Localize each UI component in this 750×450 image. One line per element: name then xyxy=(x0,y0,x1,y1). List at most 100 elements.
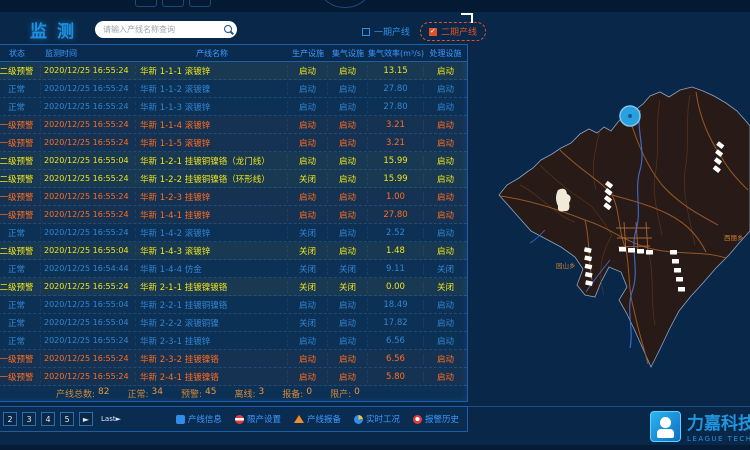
efficiency-cell: 1.48 xyxy=(368,246,424,256)
top-strip xyxy=(0,0,750,12)
time-cell: 2020/12/25 16:54:44 xyxy=(41,264,136,273)
page-button-2[interactable]: 2 xyxy=(3,412,17,426)
table-row[interactable]: 二级预警 2020/12/25 16:55:24 华新 1-2-2 挂镀铜镍铬（… xyxy=(0,170,467,188)
gas-facility-cell: 启动 xyxy=(328,83,368,95)
production-facility-cell: 关闭 xyxy=(288,263,328,275)
efficiency-cell: 9.11 xyxy=(368,264,424,274)
time-cell: 2020/12/25 16:55:24 xyxy=(41,102,136,111)
col-production-facility: 生产设施 xyxy=(288,48,328,59)
summary-bar: 产线总数: 82 正常: 34 预警: 45 离线: 3 报备: 0 xyxy=(0,386,467,401)
col-efficiency: 集气效率(m³/s) xyxy=(368,48,424,59)
phase2-filter[interactable]: 二期产线 xyxy=(420,22,486,41)
phase1-label: 一期产线 xyxy=(374,25,410,38)
treatment-facility-cell: 关闭 xyxy=(424,263,467,275)
gas-facility-cell: 启动 xyxy=(328,245,368,257)
table-row[interactable]: 一级预警 2020/12/25 16:55:24 华新 1-2-3 挂镀锌 启动… xyxy=(0,188,467,206)
name-cell: 华新 1-1-5 滚镀锌 xyxy=(136,137,288,149)
status-cell: 二级预警 xyxy=(0,245,41,257)
limit-settings-button[interactable]: 限产设置 xyxy=(235,413,281,425)
table-row[interactable]: 一级预警 2020/12/25 16:55:24 华新 2-4-1 挂镀镍铬 启… xyxy=(0,368,467,386)
name-cell: 华新 1-2-2 挂镀铜镍铬（环形线） xyxy=(136,173,288,185)
production-facility-cell: 启动 xyxy=(288,335,328,347)
cluster-marker[interactable] xyxy=(620,106,640,126)
last-page-button[interactable]: Last► xyxy=(101,415,121,423)
production-facility-cell: 关闭 xyxy=(288,245,328,257)
checkbox-checked-icon[interactable] xyxy=(429,28,437,36)
page-button-4[interactable]: 4 xyxy=(41,412,55,426)
line-info-button[interactable]: 产线信息 xyxy=(176,413,222,425)
table-row[interactable]: 正常 2020/12/25 16:55:24 华新 2-3-1 挂镀锌 启动 启… xyxy=(0,332,467,350)
status-cell: 二级预警 xyxy=(0,65,41,77)
next-page-button[interactable]: ► xyxy=(79,412,93,426)
table-row[interactable]: 正常 2020/12/25 16:55:04 华新 2-2-1 挂镀铜镍铬 启动… xyxy=(0,296,467,314)
gas-facility-cell: 启动 xyxy=(328,155,368,167)
search-icon[interactable] xyxy=(222,24,234,36)
production-facility-cell: 启动 xyxy=(288,119,328,131)
gas-facility-cell: 启动 xyxy=(328,371,368,383)
efficiency-cell: 6.56 xyxy=(368,336,424,346)
map-label: 园山乡 xyxy=(556,261,576,270)
gas-facility-cell: 启动 xyxy=(328,209,368,221)
table-row[interactable]: 正常 2020/12/25 16:54:44 华新 1-4-4 仿金 关闭 关闭… xyxy=(0,260,467,278)
phase1-filter[interactable]: 一期产线 xyxy=(362,25,410,38)
name-cell: 华新 1-4-4 仿金 xyxy=(136,263,288,275)
search-box[interactable] xyxy=(95,21,237,38)
summary-label: 产线总数: xyxy=(56,387,95,400)
status-cell: 二级预警 xyxy=(0,173,41,185)
efficiency-cell: 15.99 xyxy=(368,156,424,166)
treatment-facility-cell: 启动 xyxy=(424,155,467,167)
alarm-history-label: 报警历史 xyxy=(425,413,459,425)
production-line-table: 状态 监测时间 产线名称 生产设施 集气设施 集气效率(m³/s) 处理设施 二… xyxy=(0,44,468,402)
treatment-facility-cell: 启动 xyxy=(424,83,467,95)
page-button-5[interactable]: 5 xyxy=(60,412,74,426)
time-cell: 2020/12/25 16:55:24 xyxy=(41,120,136,129)
divider-line xyxy=(468,406,750,407)
line-report-label: 产线报备 xyxy=(307,413,341,425)
treatment-facility-cell: 启动 xyxy=(424,299,467,311)
summary-label: 正常: xyxy=(128,387,149,400)
status-cell: 正常 xyxy=(0,299,41,311)
table-row[interactable]: 二级预警 2020/12/25 16:55:04 华新 1-2-1 挂镀铜镍铬（… xyxy=(0,152,467,170)
efficiency-cell: 0.00 xyxy=(368,282,424,292)
table-row[interactable]: 正常 2020/12/25 16:55:24 华新 1-1-3 滚镀锌 启动 启… xyxy=(0,98,467,116)
district-map[interactable]: 园山乡 西丽乡 xyxy=(480,50,750,405)
efficiency-cell: 27.80 xyxy=(368,210,424,220)
treatment-facility-cell: 启动 xyxy=(424,65,467,77)
realtime-status-label: 实时工况 xyxy=(366,413,400,425)
status-cell: 正常 xyxy=(0,83,41,95)
name-cell: 华新 1-4-1 挂镀锌 xyxy=(136,209,288,221)
realtime-status-button[interactable]: 实时工况 xyxy=(354,413,400,425)
table-row[interactable]: 二级预警 2020/12/25 16:55:24 华新 1-1-1 滚镀锌 启动… xyxy=(0,62,467,80)
summary-item: 正常: 34 xyxy=(128,387,164,400)
table-row[interactable]: 一级预警 2020/12/25 16:55:24 华新 1-4-1 挂镀锌 启动… xyxy=(0,206,467,224)
table-row[interactable]: 一级预警 2020/12/25 16:55:24 华新 1-1-4 滚镀锌 启动… xyxy=(0,116,467,134)
summary-item: 离线: 3 xyxy=(235,387,265,400)
gas-facility-cell: 启动 xyxy=(328,335,368,347)
bottom-bar: 1 2 3 4 5 ► Last► 产线信息 限产设置 产线报备 实时工况 报警… xyxy=(0,406,468,432)
brand-logo-icon xyxy=(650,411,681,442)
summary-item: 报备: 0 xyxy=(282,387,312,400)
table-row[interactable]: 正常 2020/12/25 16:55:24 华新 1-1-2 滚镀镍 启动 启… xyxy=(0,80,467,98)
table-row[interactable]: 一级预警 2020/12/25 16:55:24 华新 1-1-5 滚镀锌 启动… xyxy=(0,134,467,152)
pagination: 1 2 3 4 5 ► Last► xyxy=(0,412,121,426)
gas-facility-cell: 启动 xyxy=(328,317,368,329)
production-facility-cell: 启动 xyxy=(288,155,328,167)
table-row[interactable]: 一级预警 2020/12/25 16:55:24 华新 2-3-2 挂镀镍铬 启… xyxy=(0,350,467,368)
no-entry-icon xyxy=(235,415,244,424)
checkbox-unchecked-icon[interactable] xyxy=(362,28,370,36)
status-cell: 一级预警 xyxy=(0,353,41,365)
table-row[interactable]: 正常 2020/12/25 16:55:24 华新 1-4-2 滚镀锌 关闭 启… xyxy=(0,224,467,242)
map-label: 西丽乡 xyxy=(724,234,744,242)
time-cell: 2020/12/25 16:55:24 xyxy=(41,138,136,147)
search-input[interactable] xyxy=(103,25,222,34)
alarm-history-button[interactable]: 报警历史 xyxy=(413,413,459,425)
table-row[interactable]: 二级预警 2020/12/25 16:55:04 华新 1-4-3 滚镀锌 关闭… xyxy=(0,242,467,260)
summary-label: 报备: xyxy=(282,387,303,400)
page-button-3[interactable]: 3 xyxy=(22,412,36,426)
table-row[interactable]: 二级预警 2020/12/25 16:55:24 华新 2-1-1 挂镀镍镀铬 … xyxy=(0,278,467,296)
line-report-button[interactable]: 产线报备 xyxy=(294,413,341,425)
table-row[interactable]: 正常 2020/12/25 16:55:04 华新 2-2-2 滚镀铜镍 关闭 … xyxy=(0,314,467,332)
phase2-label: 二期产线 xyxy=(441,25,477,38)
status-cell: 正常 xyxy=(0,317,41,329)
name-cell: 华新 1-1-3 滚镀锌 xyxy=(136,101,288,113)
